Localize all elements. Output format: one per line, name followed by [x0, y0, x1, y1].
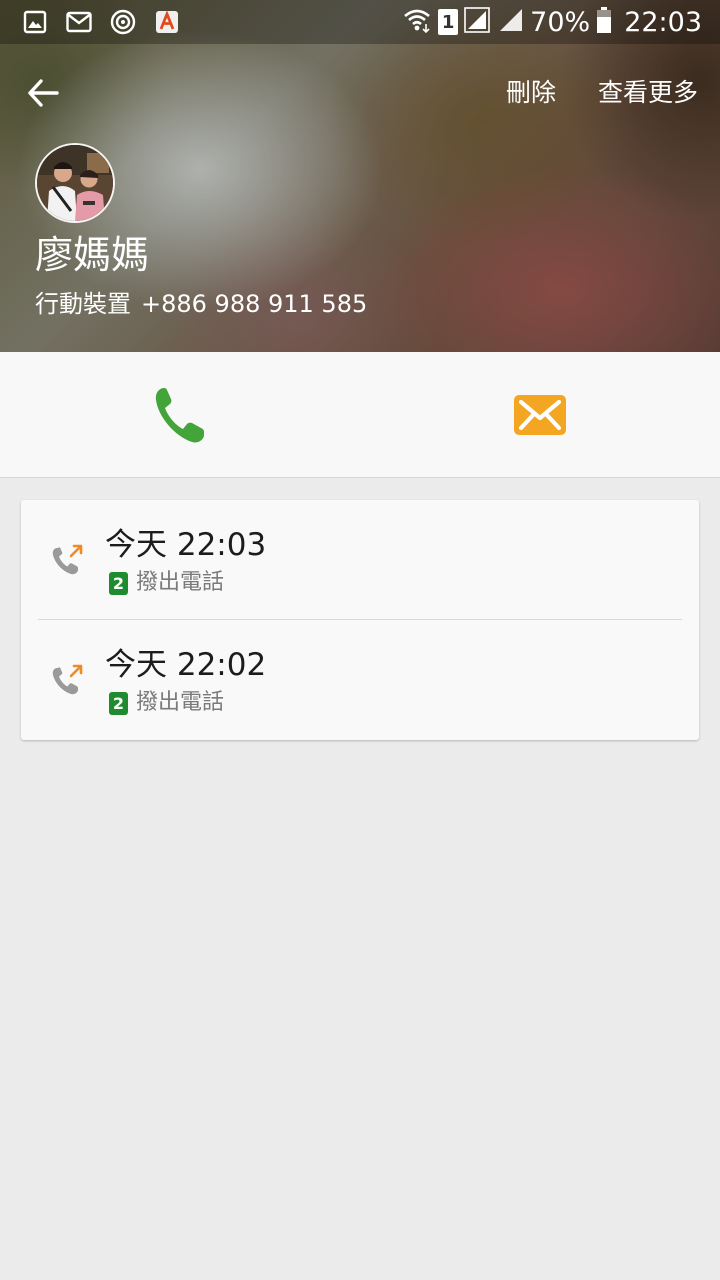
- call-log-item[interactable]: 今天 22:03 2 撥出電話: [21, 500, 699, 619]
- outgoing-call-icon: [52, 664, 83, 695]
- call-time: 今天 22:03: [105, 527, 267, 563]
- gmail-icon: [66, 9, 92, 35]
- contact-number[interactable]: 行動裝置 +886 988 911 585: [35, 287, 367, 321]
- signal-strength-2-icon: [498, 7, 524, 37]
- view-more-button[interactable]: 查看更多: [598, 74, 698, 112]
- back-arrow-icon: [28, 79, 59, 107]
- call-log-item[interactable]: 今天 22:02 2 撥出電話: [21, 620, 699, 739]
- gallery-icon: [22, 9, 48, 35]
- contact-header: 1 70% 22:03 刪除 查看更多 廖媽媽 行動裝置 +886 988 91…: [0, 0, 720, 352]
- battery-percent: 70%: [530, 6, 591, 38]
- a-app-icon: [154, 9, 180, 35]
- contact-photo: [37, 145, 113, 221]
- call-type: 撥出電話: [136, 690, 225, 715]
- target-icon: [110, 9, 136, 35]
- sim-indicator-label: 1: [441, 11, 455, 33]
- call-details: 2 撥出電話: [109, 688, 224, 718]
- delete-button[interactable]: 刪除: [506, 74, 556, 112]
- envelope-icon: [514, 395, 566, 435]
- contact-action-bar: [0, 352, 720, 478]
- signal-strength-icon: [464, 7, 492, 37]
- sim-badge: 2: [109, 571, 128, 595]
- back-button[interactable]: [20, 70, 66, 116]
- contact-name: 廖媽媽: [35, 233, 150, 277]
- header-actions: 刪除 查看更多: [506, 74, 698, 112]
- call-button[interactable]: [0, 352, 360, 478]
- clock: 22:03: [624, 6, 702, 38]
- system-status-icons: 1 70% 22:03: [402, 4, 702, 40]
- battery-icon: [596, 6, 612, 38]
- call-log-card: 今天 22:03 2 撥出電話 今天 22:02 2 撥出電話: [21, 500, 699, 740]
- message-button[interactable]: [360, 352, 720, 478]
- notification-icons: [22, 8, 180, 36]
- outgoing-call-icon: [52, 544, 83, 575]
- number-type-label: 行動裝置: [35, 290, 131, 318]
- phone-icon: [155, 388, 204, 443]
- call-time: 今天 22:02: [105, 647, 267, 683]
- sim-indicator: 1: [438, 9, 459, 35]
- wifi-icon: [402, 6, 432, 38]
- call-details: 2 撥出電話: [109, 568, 224, 598]
- phone-number: +886 988 911 585: [141, 290, 368, 318]
- avatar[interactable]: [35, 143, 115, 223]
- status-bar: 1 70% 22:03: [0, 0, 720, 44]
- call-type: 撥出電話: [136, 570, 225, 595]
- sim-badge: 2: [109, 691, 128, 715]
